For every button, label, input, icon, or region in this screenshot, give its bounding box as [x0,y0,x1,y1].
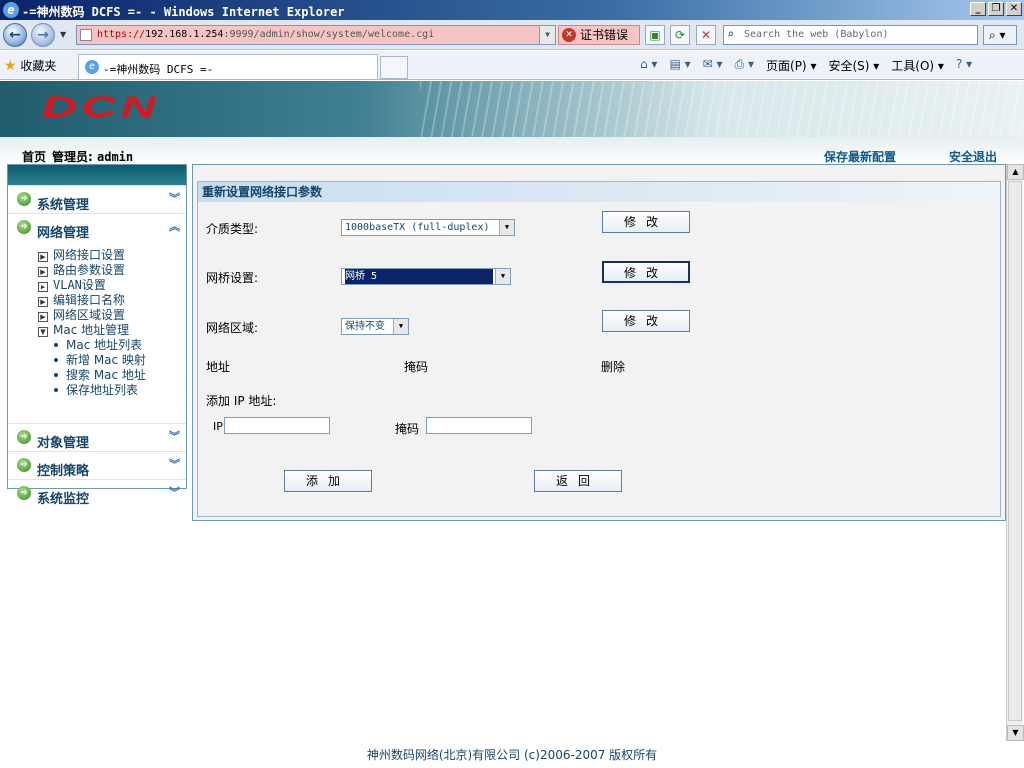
main-panel: 重新设置网络接口参数 介质类型: 1000baseTX (full-duplex… [192,164,1006,521]
help-icon[interactable]: ? ▾ [956,57,972,74]
search-button[interactable]: ⌕ ▾ [983,25,1017,45]
ie-tab-icon: e [85,60,99,74]
mask-label: 掩码 [395,422,420,436]
home-link[interactable]: 首页 [22,148,46,165]
collapse-icon: ▼ [38,327,48,337]
ip-label: IP [213,420,223,433]
chevron-down-icon[interactable]: ︾ [169,456,180,472]
command-bar: ⌂ ▾ ▤ ▾ ✉ ▾ ⎙ ▾ 页面(P) ▾ 安全(S) ▾ 工具(O) ▾ … [640,57,972,74]
browser-tab[interactable]: e -=神州数码 DCFS =- [78,54,378,79]
page-icon [80,29,92,41]
chevron-down-icon[interactable]: ︾ [169,484,180,500]
sidebar-item-policy[interactable]: ➜ 控制策略 ︾ [8,451,186,479]
chevron-up-icon[interactable]: ︽ [169,218,180,234]
arrow-bullet-icon: ➜ [17,192,31,206]
chevron-down-icon: ▼ [499,220,514,235]
network-submenu: ▶ 网络接口设置 ▶ 路由参数设置 ▶ VLAN设置 ▶ 编辑接口名称 ▶ 网络区域设置 … [8,241,186,423]
zone-select[interactable]: 保持不变 ▼ [341,318,409,335]
chevron-down-icon: ▼ [393,319,408,334]
dcn-logo: DCN [42,91,161,124]
bullet-icon [54,343,58,347]
address-toolbar: ← → ▼ https://192.168.1.254:9999/admin/s… [0,20,1024,50]
add-ip-label: 添加 IP 地址: [206,394,277,408]
sidebar-item-save-mac-list[interactable]: 保存地址列表 [54,381,138,398]
close-icon[interactable]: ✕ [1006,2,1022,16]
bridge-select[interactable]: 网桥 5 ▼ [341,268,511,285]
url-dropdown-icon[interactable]: ▼ [539,26,555,44]
modify-zone-button[interactable]: 修改 [602,310,690,332]
back-arrow-icon[interactable]: ← [3,23,27,47]
modify-bridge-button[interactable]: 修改 [602,261,690,283]
media-type-select[interactable]: 1000baseTX (full-duplex) ▼ [341,219,515,236]
scroll-thumb[interactable] [1008,181,1022,721]
restore-icon[interactable]: ❐ [988,2,1004,16]
sub-header: 首页 管理员: admin 保存最新配置 安全退出 [0,137,1024,164]
minimize-icon[interactable]: _ [970,2,986,16]
site-banner: DCN [0,81,1024,137]
form-heading: 重新设置网络接口参数 [198,182,1000,202]
search-icon: ⌕ [727,27,735,41]
star-icon: ★ [4,58,17,74]
url-input[interactable]: https://192.168.1.254:9999/admin/show/sy… [76,25,556,45]
chevron-down-icon[interactable]: ︾ [169,428,180,444]
column-mask: 掩码 [404,360,429,374]
certificate-error-button[interactable]: ✕ 证书错误 [558,25,640,45]
window-title-bar: e -=神州数码 DCFS =- - Windows Internet Expl… [0,0,1024,20]
stop-icon[interactable]: ✕ [696,25,716,45]
ip-input[interactable] [224,417,330,434]
window-controls: _ ❐ ✕ [970,2,1022,16]
window-title: -=神州数码 DCFS =- - Windows Internet Explor… [22,5,345,19]
bridge-label: 网桥设置: [206,271,259,285]
sidebar-item-network[interactable]: ➜ 网络管理 ︽ [8,213,186,241]
sidebar-item-objects[interactable]: ➜ 对象管理 ︾ [8,423,186,451]
page-menu[interactable]: 页面(P) ▾ [766,57,816,74]
arrow-bullet-icon: ➜ [17,458,31,472]
bullet-icon [54,373,58,377]
zone-label: 网络区域: [206,321,259,335]
scroll-up-icon[interactable]: ▲ [1007,164,1024,180]
ie-logo-icon: e [3,2,19,18]
column-address: 地址 [206,360,231,374]
admin-info: 管理员: admin [52,150,134,164]
logout-link[interactable]: 安全退出 [949,148,997,165]
chevron-down-icon: ▼ [495,269,510,284]
page-footer: 神州数码网络(北京)有限公司 (c)2006-2007 版权所有 [0,742,1024,768]
print-icon[interactable]: ⎙ ▾ [735,57,754,74]
favorites-button[interactable]: ★ 收藏夹 [4,57,56,74]
modify-media-button[interactable]: 修改 [602,211,690,233]
media-type-label: 介质类型: [206,222,259,236]
home-icon[interactable]: ⌂ ▾ [640,57,657,74]
chevron-down-icon[interactable]: ︾ [169,190,180,206]
shield-error-icon: ✕ [562,28,576,42]
history-dropdown-icon[interactable]: ▼ [60,30,66,39]
save-config-link[interactable]: 保存最新配置 [824,148,896,165]
forward-arrow-icon[interactable]: → [31,23,55,47]
sidebar: ➜ 系统管理 ︾ ➜ 网络管理 ︽ ▶ 网络接口设置 ▶ 路由参数设置 ▶ VLAN设… [7,164,187,507]
arrow-bullet-icon: ➜ [17,220,31,234]
tools-menu[interactable]: 工具(O) ▾ [891,57,944,74]
sidebar-item-monitor[interactable]: ➜ 系统监控 ︾ [8,479,186,507]
scroll-down-icon[interactable]: ▼ [1007,725,1024,741]
feeds-icon[interactable]: ▤ ▾ [669,57,690,74]
vertical-scrollbar[interactable]: ▲ ▼ [1006,164,1024,741]
mail-icon[interactable]: ✉ ▾ [703,57,723,74]
safety-menu[interactable]: 安全(S) ▾ [828,57,879,74]
search-input[interactable]: ⌕ Search the web (Babylon) [723,25,978,45]
column-delete: 删除 [601,360,626,374]
favorites-bar: ★ 收藏夹 e -=神州数码 DCFS =- ⌂ ▾ ▤ ▾ ✉ ▾ ⎙ ▾ 页… [0,51,1024,80]
mask-input[interactable] [426,417,532,434]
arrow-bullet-icon: ➜ [17,486,31,500]
bullet-icon [54,358,58,362]
compatibility-view-icon[interactable]: ▣ [645,25,665,45]
bullet-icon [54,388,58,392]
back-button[interactable]: 返回 [534,470,622,492]
add-button[interactable]: 添加 [284,470,372,492]
new-tab-button[interactable] [380,56,408,79]
sidebar-item-system[interactable]: ➜ 系统管理 ︾ [8,185,186,213]
interface-form: 重新设置网络接口参数 介质类型: 1000baseTX (full-duplex… [197,181,1001,517]
refresh-icon[interactable]: ⟳ [670,25,690,45]
arrow-bullet-icon: ➜ [17,430,31,444]
